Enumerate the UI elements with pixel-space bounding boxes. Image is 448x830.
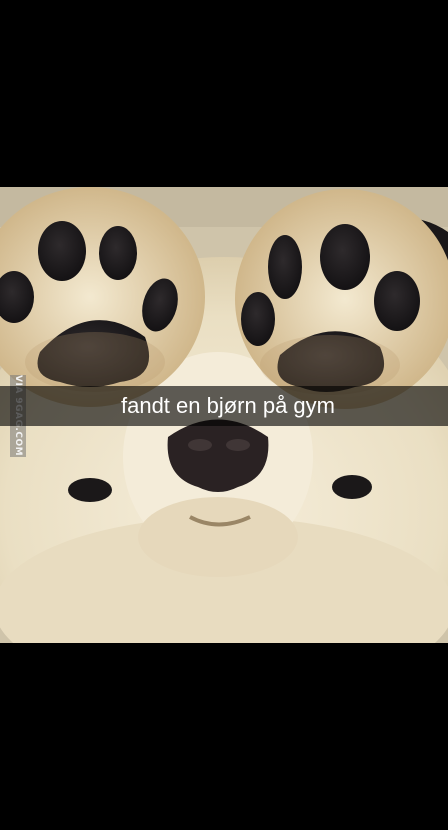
caption-bar: fandt en bjørn på gym	[0, 386, 448, 426]
dog-eye-right	[332, 475, 372, 499]
caption-text: fandt en bjørn på gym	[120, 393, 335, 418]
dog-eye-left	[68, 478, 112, 502]
snap-viewer: VIA 9GAG.COM fandt en bjørn på gym	[0, 0, 448, 830]
